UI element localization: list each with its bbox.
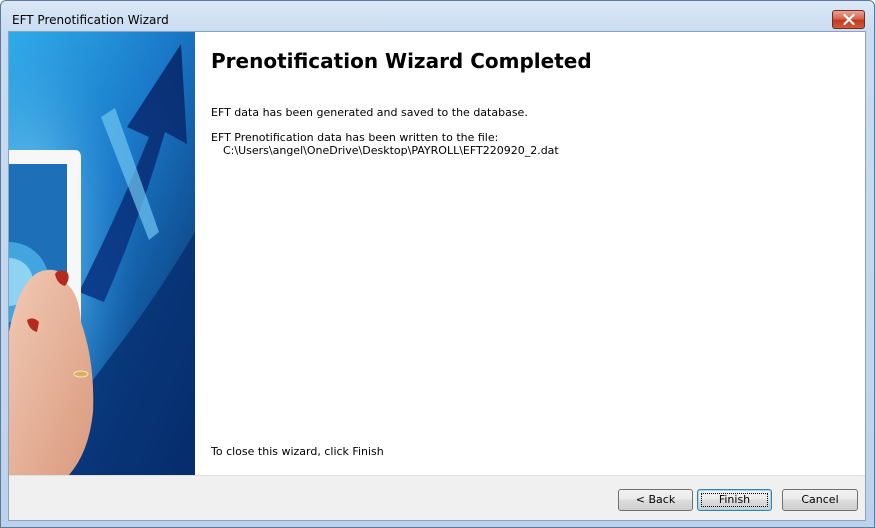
title-bar[interactable]: EFT Prenotification Wizard <box>1 1 874 31</box>
wizard-banner-image <box>9 32 195 475</box>
written-message: EFT Prenotification data has been writte… <box>211 131 499 144</box>
wizard-window: EFT Prenotification Wizard Prenotificati… <box>0 0 875 528</box>
closing-hint: To close this wizard, click Finish <box>211 445 384 458</box>
window-title: EFT Prenotification Wizard <box>12 13 169 27</box>
back-button-label: < Back <box>635 493 676 506</box>
file-path: C:\Users\angel\OneDrive\Desktop\PAYROLL\… <box>223 144 559 157</box>
back-button[interactable]: < Back <box>618 489 693 511</box>
saved-message: EFT data has been generated and saved to… <box>211 106 528 119</box>
finish-button-label: Finish <box>718 493 751 506</box>
page-title: Prenotification Wizard Completed <box>211 49 592 73</box>
cancel-button-label: Cancel <box>801 493 839 506</box>
close-icon <box>843 14 855 25</box>
finish-button[interactable]: Finish <box>697 489 772 511</box>
close-button[interactable] <box>832 10 865 29</box>
wizard-content: Prenotification Wizard Completed EFT dat… <box>195 32 865 475</box>
banner-graphic <box>9 32 195 475</box>
cancel-button[interactable]: Cancel <box>782 489 858 511</box>
button-bar: < Back Finish Cancel <box>9 475 865 520</box>
wizard-client-area: Prenotification Wizard Completed EFT dat… <box>8 31 866 521</box>
